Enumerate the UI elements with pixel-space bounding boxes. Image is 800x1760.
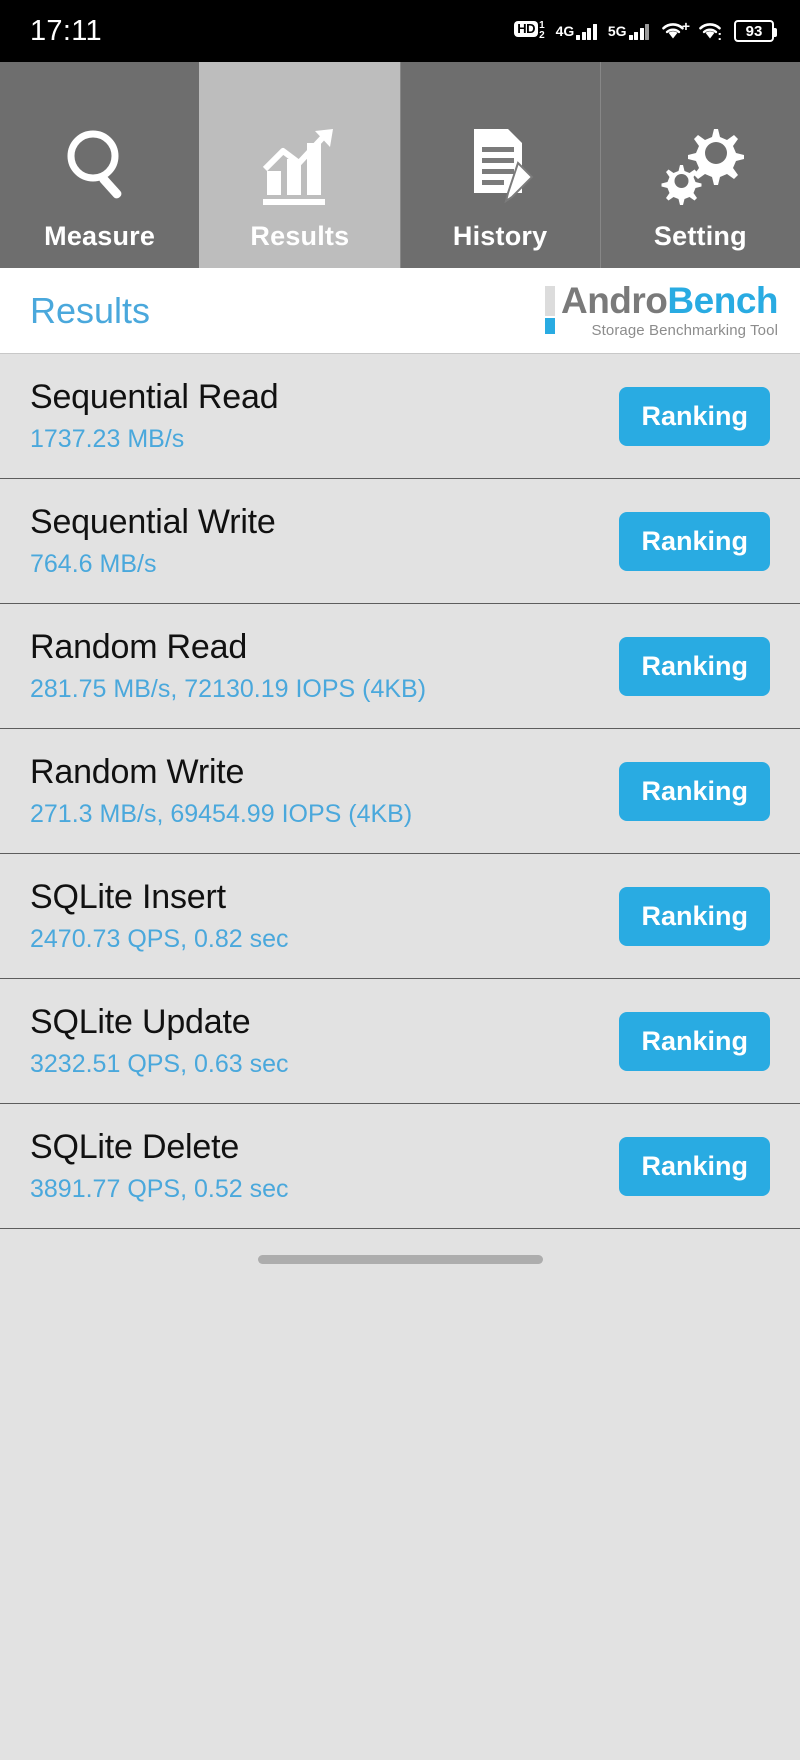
gears-icon	[654, 115, 746, 215]
hd-sub: 2	[539, 30, 545, 41]
list-item[interactable]: Sequential Write 764.6 MB/s Ranking	[0, 479, 800, 604]
result-value: 2470.73 QPS, 0.82 sec	[30, 925, 289, 953]
ranking-button[interactable]: Ranking	[619, 1011, 770, 1071]
result-value: 281.75 MB/s, 72130.19 IOPS (4KB)	[30, 675, 427, 703]
tab-history[interactable]: History	[399, 62, 600, 268]
result-name: SQLite Update	[30, 1003, 251, 1041]
result-name: Random Write	[30, 753, 245, 791]
tab-measure[interactable]: Measure	[0, 62, 200, 268]
logo-mark-icon	[544, 282, 555, 334]
result-name: Random Read	[30, 628, 248, 666]
list-item[interactable]: SQLite Update 3232.51 QPS, 0.63 sec Rank…	[0, 979, 800, 1104]
ranking-button[interactable]: Ranking	[619, 386, 770, 446]
main-tab-bar: Measure Results History Setting	[0, 62, 800, 268]
ranking-button[interactable]: Ranking	[619, 636, 770, 696]
document-pencil-icon	[458, 115, 542, 215]
list-item[interactable]: SQLite Insert 2470.73 QPS, 0.82 sec Rank…	[0, 854, 800, 979]
logo-word-andro: Andro	[560, 280, 668, 321]
list-item[interactable]: Random Write 271.3 MB/s, 69454.99 IOPS (…	[0, 729, 800, 854]
tab-setting[interactable]: Setting	[599, 62, 800, 268]
status-bar: 17:11 HD 1 2 4G 5G +: 93	[0, 0, 800, 62]
result-name: Sequential Read	[30, 378, 279, 416]
ranking-button[interactable]: Ranking	[619, 886, 770, 946]
status-clock: 17:11	[30, 14, 102, 47]
result-value: 3232.51 QPS, 0.63 sec	[30, 1050, 289, 1078]
home-indicator[interactable]	[257, 1254, 543, 1264]
wifi-plus-mark: +	[681, 18, 690, 34]
wifi-plus-icon: +	[660, 19, 690, 41]
ranking-button[interactable]: Ranking	[619, 511, 770, 571]
androbench-logo: AndroBench Storage Benchmarking Tool	[544, 280, 778, 339]
tab-results[interactable]: Results	[199, 62, 400, 268]
tab-setting-label: Setting	[653, 221, 747, 251]
page-title: Results	[30, 289, 151, 331]
5g-label: 5G	[607, 22, 627, 39]
wifi-icon: :	[697, 21, 723, 43]
logo-subtitle: Storage Benchmarking Tool	[591, 322, 778, 339]
hd-voice-icon: HD 1 2	[514, 21, 545, 41]
result-name: Sequential Write	[30, 503, 276, 541]
4g-signal-icon: 4G	[556, 23, 597, 40]
status-icons: HD 1 2 4G 5G +: 93	[514, 19, 777, 43]
result-name: SQLite Insert	[30, 878, 226, 916]
tab-history-label: History	[452, 221, 548, 251]
5g-signal-icon: 5G	[608, 23, 649, 40]
system-navigation-bar	[0, 1229, 800, 1289]
wifi-dot-mark: :	[717, 27, 722, 43]
result-value: 764.6 MB/s	[30, 550, 157, 578]
4g-label: 4G	[555, 22, 575, 39]
list-item[interactable]: Random Read 281.75 MB/s, 72130.19 IOPS (…	[0, 604, 800, 729]
bar-chart-icon	[255, 115, 345, 215]
magnifier-icon	[58, 115, 142, 215]
ranking-button[interactable]: Ranking	[619, 1136, 770, 1196]
logo-word-bench: Bench	[667, 280, 778, 321]
tab-results-label: Results	[250, 221, 350, 251]
list-item[interactable]: Sequential Read 1737.23 MB/s Ranking	[0, 354, 800, 479]
page-header: Results AndroBench Storage Benchmarking …	[0, 268, 800, 354]
results-list: Sequential Read 1737.23 MB/s Ranking Seq…	[0, 354, 800, 1229]
list-item[interactable]: SQLite Delete 3891.77 QPS, 0.52 sec Rank…	[0, 1104, 800, 1229]
ranking-button[interactable]: Ranking	[619, 761, 770, 821]
result-value: 3891.77 QPS, 0.52 sec	[30, 1175, 289, 1203]
battery-level: 93	[745, 22, 763, 40]
battery-icon: 93	[734, 20, 777, 42]
result-value: 271.3 MB/s, 69454.99 IOPS (4KB)	[30, 800, 413, 828]
tab-measure-label: Measure	[44, 221, 156, 251]
result-name: SQLite Delete	[30, 1128, 240, 1166]
app-window: 17:11 HD 1 2 4G 5G +: 93 Measure Result…	[0, 0, 800, 1760]
hd-badge-label: HD	[514, 21, 539, 37]
result-value: 1737.23 MB/s	[30, 425, 185, 453]
